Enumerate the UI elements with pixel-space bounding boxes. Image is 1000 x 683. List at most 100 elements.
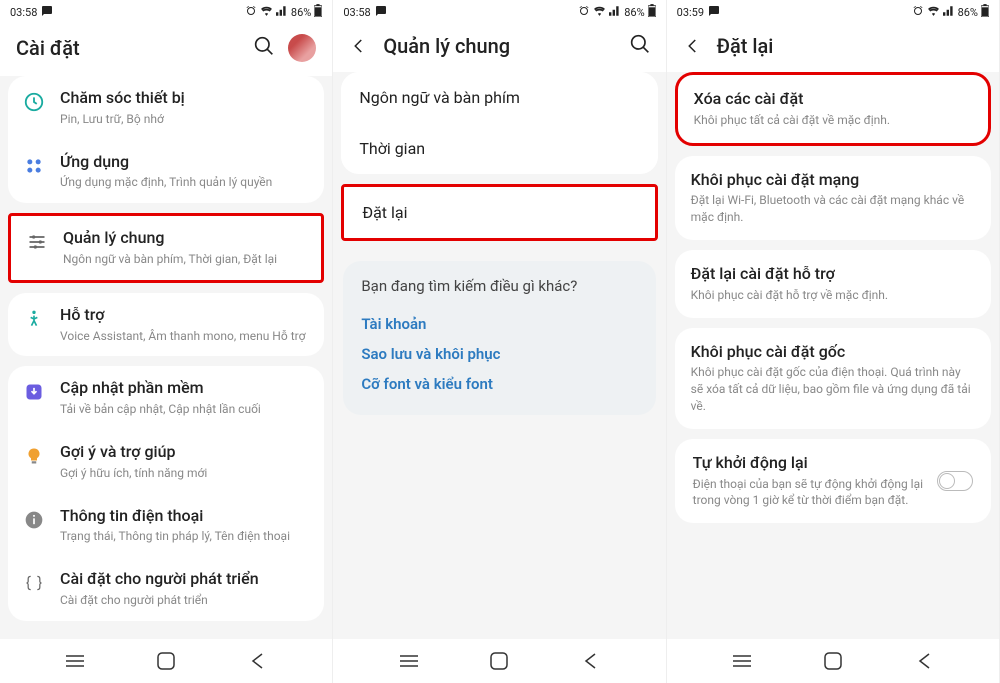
notification-icon — [708, 5, 720, 20]
notification-icon — [41, 5, 53, 20]
avatar[interactable] — [288, 34, 316, 62]
page-title: Quản lý chung — [383, 34, 615, 58]
accessibility-icon — [22, 307, 46, 331]
reset-list: Xóa các cài đặt Khôi phục tất cả cài đặt… — [667, 72, 999, 639]
home-button[interactable] — [156, 651, 176, 671]
header: Đặt lại — [667, 24, 999, 72]
row-sub: Pin, Lưu trữ, Bộ nhớ — [60, 111, 310, 128]
recents-button[interactable] — [732, 651, 752, 671]
row-general-management[interactable]: Quản lý chung Ngôn ngữ và bàn phím, Thời… — [11, 216, 321, 280]
home-button[interactable] — [823, 651, 843, 671]
row-sub: Cài đặt cho người phát triển — [60, 592, 310, 609]
row-factory-reset[interactable]: Khôi phục cài đặt gốc Khôi phục cài đặt … — [675, 328, 991, 429]
row-sub: Đặt lại Wi-Fi, Bluetooth và các cài đặt … — [691, 192, 975, 226]
battery-icon — [981, 4, 989, 20]
signal-icon — [943, 6, 955, 19]
row-language-keyboard[interactable]: Ngôn ngữ và bàn phím — [341, 72, 657, 123]
battery-text: 86% — [624, 6, 644, 19]
lightbulb-icon — [22, 444, 46, 468]
highlight-reset-settings: Xóa các cài đặt Khôi phục tất cả cài đặt… — [675, 72, 991, 146]
row-title: Cài đặt cho người phát triển — [60, 569, 310, 590]
row-title: Thông tin điện thoại — [60, 506, 310, 527]
row-title: Tự khởi động lại — [693, 453, 925, 474]
row-reset-settings[interactable]: Xóa các cài đặt Khôi phục tất cả cài đặt… — [678, 75, 988, 143]
row-reset-accessibility[interactable]: Đặt lại cài đặt hỗ trợ Khôi phục cài đặt… — [675, 250, 991, 318]
row-device-care[interactable]: Chăm sóc thiết bị Pin, Lưu trữ, Bộ nhớ — [8, 76, 324, 140]
recents-button[interactable] — [399, 651, 419, 671]
suggestions-card: Bạn đang tìm kiếm điều gì khác? Tài khoả… — [343, 261, 655, 415]
row-sub: Ngôn ngữ và bàn phím, Thời gian, Đặt lại — [63, 251, 307, 268]
row-accessibility[interactable]: Hỗ trợ Voice Assistant, Âm thanh mono, m… — [8, 293, 324, 357]
row-auto-restart[interactable]: Tự khởi động lại Điện thoại của bạn sẽ t… — [675, 439, 991, 523]
row-tips[interactable]: Gợi ý và trợ giúp Gợi ý hữu ích, tính nă… — [8, 430, 324, 494]
page-title: Đặt lại — [717, 34, 983, 58]
signal-icon — [609, 6, 621, 19]
search-icon[interactable] — [630, 34, 650, 58]
row-about-phone[interactable]: Thông tin điện thoại Trạng thái, Thông t… — [8, 494, 324, 558]
row-sub: Khôi phục cài đặt gốc của điện thoại. Qu… — [691, 364, 975, 414]
row-title: Quản lý chung — [63, 228, 307, 249]
braces-icon — [22, 571, 46, 595]
alarm-icon — [912, 5, 924, 20]
wifi-icon — [593, 6, 606, 19]
wifi-icon — [260, 6, 273, 19]
alarm-icon — [245, 5, 257, 20]
row-time[interactable]: Thời gian — [341, 123, 657, 174]
info-icon — [22, 508, 46, 532]
row-sub: Khôi phục tất cả cài đặt về mặc định. — [694, 112, 972, 129]
notification-icon — [375, 5, 387, 20]
row-title: Đặt lại cài đặt hỗ trợ — [691, 264, 975, 285]
signal-icon — [276, 6, 288, 19]
row-software-update[interactable]: Cập nhật phần mềm Tải về bản cập nhật, C… — [8, 366, 324, 430]
home-button[interactable] — [489, 651, 509, 671]
row-sub: Gợi ý hữu ích, tính năng mới — [60, 465, 310, 482]
back-button[interactable] — [914, 651, 934, 671]
search-icon[interactable] — [254, 36, 274, 60]
suggest-link-backup[interactable]: Sao lưu và khôi phục — [361, 339, 637, 369]
row-title: Ứng dụng — [60, 152, 310, 173]
header: Cài đặt — [0, 24, 332, 76]
suggest-title: Bạn đang tìm kiếm điều gì khác? — [361, 277, 637, 295]
status-time: 03:58 — [343, 6, 370, 19]
suggest-link-accounts[interactable]: Tài khoản — [361, 309, 637, 339]
battery-text: 86% — [958, 6, 978, 19]
row-reset[interactable]: Đặt lại — [344, 187, 654, 238]
row-title: Hỗ trợ — [60, 305, 310, 326]
row-sub: Ứng dụng mặc định, Trình quản lý quyền — [60, 174, 310, 191]
navigation-bar — [667, 639, 999, 683]
back-icon[interactable] — [349, 36, 369, 56]
navigation-bar — [0, 639, 332, 683]
battery-icon — [648, 4, 656, 20]
status-time: 03:58 — [10, 6, 37, 19]
row-sub: Khôi phục cài đặt hỗ trợ về mặc định. — [691, 287, 975, 304]
row-title: Khôi phục cài đặt mạng — [691, 170, 975, 191]
device-care-icon — [22, 90, 46, 114]
settings-list: Chăm sóc thiết bị Pin, Lưu trữ, Bộ nhớ Ứ… — [0, 76, 332, 639]
screen-general-management: 03:58 86% Quản lý chung Ngôn ngữ và bàn … — [333, 0, 666, 683]
back-button[interactable] — [247, 651, 267, 671]
page-title: Cài đặt — [16, 36, 240, 60]
row-sub: Tải về bản cập nhật, Cập nhật lần cuối — [60, 401, 310, 418]
apps-icon — [22, 154, 46, 178]
status-bar: 03:58 86% — [333, 0, 665, 24]
status-time: 03:59 — [677, 6, 704, 19]
row-title: Cập nhật phần mềm — [60, 378, 310, 399]
row-apps[interactable]: Ứng dụng Ứng dụng mặc định, Trình quản l… — [8, 140, 324, 204]
row-developer-options[interactable]: Cài đặt cho người phát triển Cài đặt cho… — [8, 557, 324, 621]
recents-button[interactable] — [65, 651, 85, 671]
back-button[interactable] — [580, 651, 600, 671]
row-title: Khôi phục cài đặt gốc — [691, 342, 975, 363]
navigation-bar — [333, 639, 665, 683]
highlight-reset: Đặt lại — [341, 184, 657, 241]
row-sub: Voice Assistant, Âm thanh mono, menu Hỗ … — [60, 328, 310, 345]
highlight-general: Quản lý chung Ngôn ngữ và bàn phím, Thời… — [8, 213, 324, 283]
screen-settings: 03:58 86% Cài đặt Chăm sóc t — [0, 0, 333, 683]
alarm-icon — [578, 5, 590, 20]
row-sub: Trạng thái, Thông tin pháp lý, Tên điện … — [60, 528, 310, 545]
back-icon[interactable] — [683, 36, 703, 56]
row-sub: Điện thoại của bạn sẽ tự động khởi động … — [693, 476, 925, 510]
auto-restart-toggle[interactable] — [937, 471, 973, 491]
battery-text: 86% — [291, 6, 311, 19]
suggest-link-font[interactable]: Cỡ font và kiểu font — [361, 369, 637, 399]
row-reset-network[interactable]: Khôi phục cài đặt mạng Đặt lại Wi-Fi, Bl… — [675, 156, 991, 240]
